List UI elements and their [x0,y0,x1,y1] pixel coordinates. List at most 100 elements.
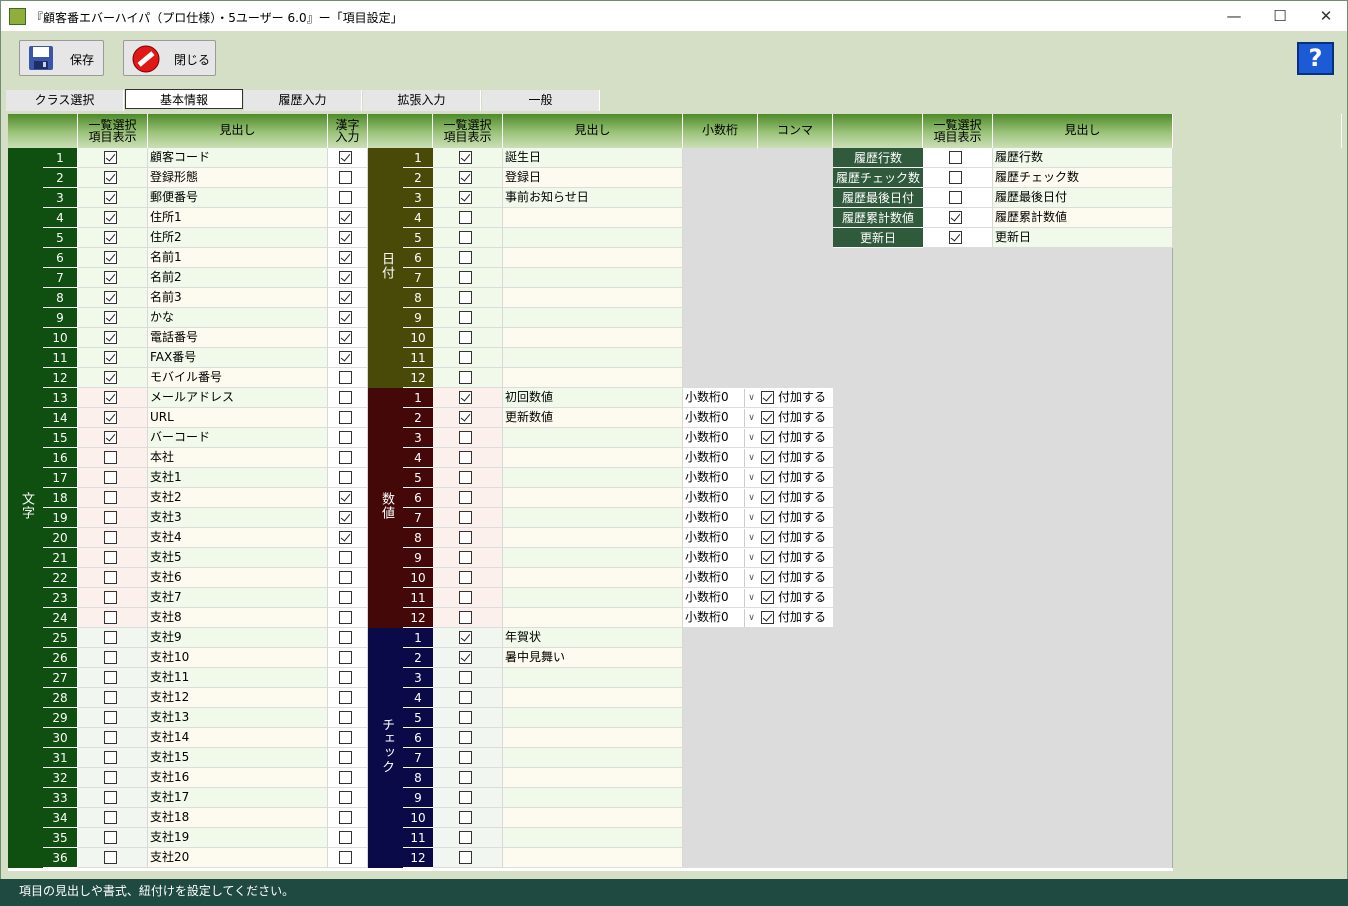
checkbox[interactable] [459,691,472,704]
checkbox[interactable] [459,811,472,824]
caption-field[interactable]: 履歴最後日付 [993,188,1173,208]
caption-field[interactable]: 登録日 [503,168,683,188]
caption-field[interactable] [503,288,683,308]
checkbox[interactable] [761,531,774,544]
checkbox[interactable] [761,551,774,564]
checkbox[interactable] [459,211,472,224]
decimal-select[interactable]: 小数桁0 ∨ [683,468,758,488]
caption-field[interactable] [503,788,683,808]
checkbox[interactable] [339,771,352,784]
caption-field[interactable]: 支社19 [148,828,328,848]
caption-field[interactable]: 支社20 [148,848,328,868]
decimal-select[interactable]: 小数桁0 ∨ [683,508,758,528]
caption-field[interactable]: 支社8 [148,608,328,628]
checkbox[interactable] [459,851,472,864]
tab-general[interactable]: 一般 [482,90,600,111]
checkbox[interactable] [104,731,117,744]
checkbox[interactable] [459,151,472,164]
caption-field[interactable] [503,428,683,448]
checkbox[interactable] [104,831,117,844]
caption-field[interactable] [503,568,683,588]
checkbox[interactable] [761,591,774,604]
checkbox[interactable] [949,171,962,184]
caption-field[interactable]: 支社18 [148,808,328,828]
checkbox[interactable] [339,371,352,384]
checkbox[interactable] [104,671,117,684]
checkbox[interactable] [761,411,774,424]
checkbox[interactable] [104,691,117,704]
checkbox[interactable] [339,451,352,464]
checkbox[interactable] [339,151,352,164]
checkbox[interactable] [104,451,117,464]
caption-field[interactable] [503,468,683,488]
caption-field[interactable] [503,368,683,388]
decimal-select[interactable]: 小数桁0 ∨ [683,428,758,448]
checkbox[interactable] [339,831,352,844]
checkbox[interactable] [104,371,117,384]
decimal-select[interactable]: 小数桁0 ∨ [683,388,758,408]
caption-field[interactable] [503,528,683,548]
caption-field[interactable]: 支社16 [148,768,328,788]
close-button[interactable]: 閉じる [123,40,216,76]
checkbox[interactable] [761,431,774,444]
checkbox[interactable] [459,751,472,764]
caption-field[interactable]: 支社3 [148,508,328,528]
checkbox[interactable] [104,271,117,284]
caption-field[interactable]: 事前お知らせ日 [503,188,683,208]
caption-field[interactable]: 暑中見舞い [503,648,683,668]
checkbox[interactable] [459,511,472,524]
checkbox[interactable] [761,511,774,524]
checkbox[interactable] [339,551,352,564]
checkbox[interactable] [459,331,472,344]
caption-field[interactable]: 支社11 [148,668,328,688]
checkbox[interactable] [104,391,117,404]
caption-field[interactable]: URL [148,408,328,428]
checkbox[interactable] [761,491,774,504]
checkbox[interactable] [949,231,962,244]
caption-field[interactable]: 支社9 [148,628,328,648]
checkbox[interactable] [104,551,117,564]
caption-field[interactable]: 登録形態 [148,168,328,188]
checkbox[interactable] [459,291,472,304]
minimize-button[interactable]: — [1211,1,1257,32]
checkbox[interactable] [104,531,117,544]
checkbox[interactable] [761,391,774,404]
checkbox[interactable] [104,851,117,864]
checkbox[interactable] [459,711,472,724]
checkbox[interactable] [104,771,117,784]
caption-field[interactable]: 住所1 [148,208,328,228]
caption-field[interactable]: 名前3 [148,288,328,308]
checkbox[interactable] [949,151,962,164]
checkbox[interactable] [459,271,472,284]
help-button[interactable]: ? [1297,42,1334,75]
checkbox[interactable] [459,651,472,664]
checkbox[interactable] [459,791,472,804]
checkbox[interactable] [459,671,472,684]
decimal-select[interactable]: 小数桁0 ∨ [683,548,758,568]
caption-field[interactable] [503,308,683,328]
checkbox[interactable] [339,271,352,284]
caption-field[interactable] [503,808,683,828]
checkbox[interactable] [459,411,472,424]
checkbox[interactable] [104,211,117,224]
checkbox[interactable] [104,631,117,644]
checkbox[interactable] [339,231,352,244]
checkbox[interactable] [459,251,472,264]
checkbox[interactable] [339,411,352,424]
checkbox[interactable] [339,471,352,484]
caption-field[interactable]: 初回数値 [503,388,683,408]
checkbox[interactable] [339,491,352,504]
checkbox[interactable] [339,731,352,744]
caption-field[interactable] [503,668,683,688]
checkbox[interactable] [104,291,117,304]
checkbox[interactable] [104,151,117,164]
checkbox[interactable] [104,811,117,824]
caption-field[interactable]: 履歴累計数値 [993,208,1173,228]
checkbox[interactable] [761,451,774,464]
caption-field[interactable] [503,828,683,848]
checkbox[interactable] [104,791,117,804]
caption-field[interactable]: 支社1 [148,468,328,488]
checkbox[interactable] [949,211,962,224]
decimal-select[interactable]: 小数桁0 ∨ [683,568,758,588]
checkbox[interactable] [339,431,352,444]
